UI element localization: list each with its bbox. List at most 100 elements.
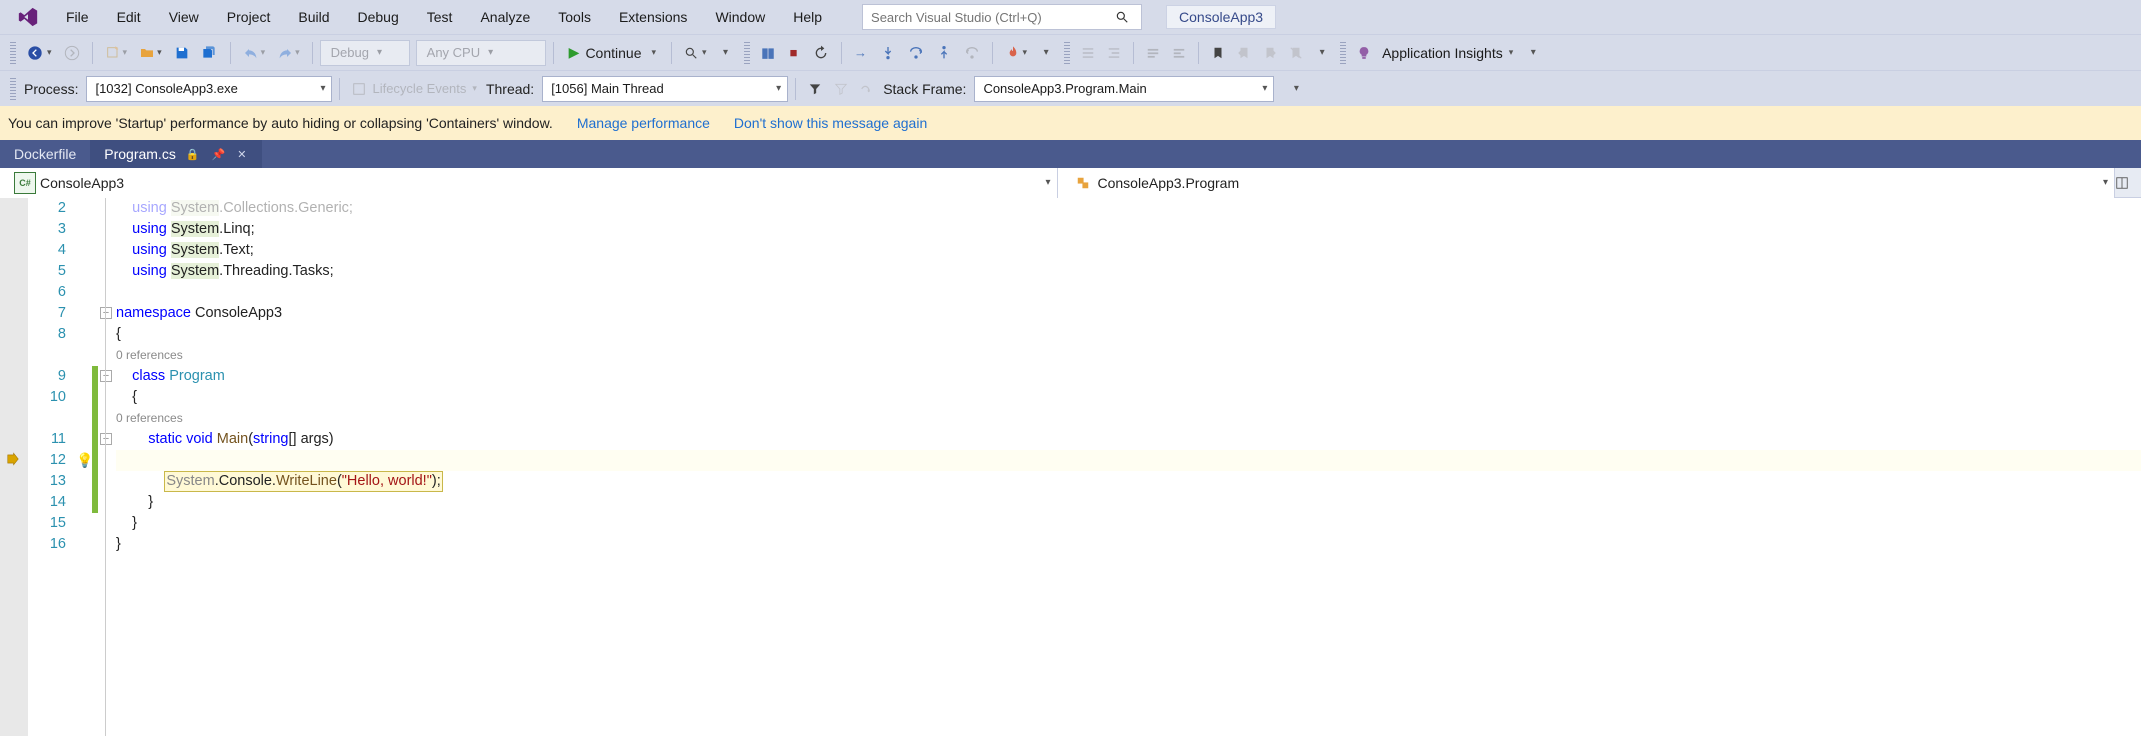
debug-location-toolbar: Process: [1032] ConsoleApp3.exe Lifecycl… bbox=[0, 70, 2141, 106]
toolbar-grip[interactable] bbox=[1064, 42, 1070, 64]
thread-dropdown[interactable]: [1056] Main Thread bbox=[542, 76, 788, 102]
tab-dockerfile[interactable]: Dockerfile bbox=[0, 140, 90, 168]
close-icon[interactable]: ✕ bbox=[235, 148, 248, 161]
step-out-button[interactable] bbox=[931, 40, 957, 66]
fold-toggle-icon[interactable]: − bbox=[100, 307, 112, 319]
play-icon: ▶ bbox=[569, 44, 580, 61]
code-editor[interactable]: 2 3 4 5 6 7 8 9 10 11 12 13 14 15 16 💡 −… bbox=[0, 198, 2141, 736]
new-project-button[interactable]: ▾ bbox=[100, 40, 133, 66]
codelens-refs[interactable]: 0 references bbox=[116, 408, 2141, 429]
toolbar-overflow-2[interactable]: ▾ bbox=[1034, 40, 1058, 66]
process-label: Process: bbox=[22, 81, 84, 97]
step-into-button[interactable] bbox=[875, 40, 901, 66]
code-body[interactable]: using System.Collections.Generic; using … bbox=[116, 198, 2141, 736]
solution-name[interactable]: ConsoleApp3 bbox=[1166, 5, 1276, 29]
bookmark-button[interactable] bbox=[1206, 40, 1230, 66]
menu-edit[interactable]: Edit bbox=[103, 3, 155, 31]
find-button[interactable]: ▾ bbox=[679, 40, 712, 66]
save-button[interactable] bbox=[169, 40, 195, 66]
menu-extensions[interactable]: Extensions bbox=[605, 3, 701, 31]
menu-build[interactable]: Build bbox=[284, 3, 343, 31]
nav-forward-button[interactable] bbox=[59, 40, 85, 66]
thread-label: Thread: bbox=[484, 81, 540, 97]
csharp-project-icon: C# bbox=[14, 172, 36, 194]
line-number-gutter: 2 3 4 5 6 7 8 9 10 11 12 13 14 15 16 bbox=[28, 198, 76, 736]
codelens-refs[interactable]: 0 references bbox=[116, 345, 2141, 366]
process-dropdown[interactable]: [1032] ConsoleApp3.exe bbox=[86, 76, 332, 102]
show-next-statement-button[interactable]: → bbox=[849, 40, 873, 66]
manage-performance-link[interactable]: Manage performance bbox=[577, 115, 710, 131]
fold-toggle-icon[interactable]: − bbox=[100, 433, 112, 445]
pin-icon[interactable]: 📌 bbox=[210, 148, 228, 161]
prev-bookmark-button[interactable] bbox=[1232, 40, 1256, 66]
menu-tools[interactable]: Tools bbox=[544, 3, 605, 31]
breakpoint-gutter[interactable] bbox=[0, 198, 28, 736]
search-input[interactable] bbox=[863, 10, 1115, 25]
toolbar-overflow-1[interactable]: ▾ bbox=[714, 40, 738, 66]
tab-program-cs[interactable]: Program.cs 🔒 📌 ✕ bbox=[90, 140, 262, 168]
class-nav-dropdown[interactable]: ConsoleApp3.Program bbox=[1058, 168, 2116, 198]
app-insights-label[interactable]: Application Insights bbox=[1378, 45, 1507, 61]
toolbar-overflow-5[interactable]: ▾ bbox=[1284, 76, 1308, 102]
menu-view[interactable]: View bbox=[155, 3, 213, 31]
toolbar-grip[interactable] bbox=[1340, 42, 1346, 64]
step-over-button[interactable] bbox=[903, 40, 929, 66]
indent-more-button[interactable] bbox=[1102, 40, 1126, 66]
toolbar-grip[interactable] bbox=[10, 78, 16, 100]
lock-icon: 🔒 bbox=[184, 148, 202, 161]
toolbar-overflow-4[interactable]: ▾ bbox=[1521, 40, 1545, 66]
menu-items: File Edit View Project Build Debug Test … bbox=[52, 3, 836, 31]
quick-launch[interactable] bbox=[862, 4, 1142, 30]
menu-file[interactable]: File bbox=[52, 3, 103, 31]
save-all-button[interactable] bbox=[197, 40, 223, 66]
lifecycle-events-button[interactable]: Lifecycle Events▾ bbox=[347, 76, 481, 102]
menu-help[interactable]: Help bbox=[779, 3, 836, 31]
project-nav-dropdown[interactable]: C# ConsoleApp3 bbox=[0, 168, 1058, 198]
undo-button[interactable]: ▾ bbox=[238, 40, 271, 66]
step-backward-button[interactable] bbox=[959, 40, 985, 66]
restart-button[interactable] bbox=[808, 40, 834, 66]
dismiss-infobar-link[interactable]: Don't show this message again bbox=[734, 115, 927, 131]
continue-button[interactable]: ▶ Continue ▾ bbox=[561, 40, 664, 66]
toolbar-grip[interactable] bbox=[10, 42, 16, 64]
stop-button[interactable]: ■ bbox=[782, 40, 806, 66]
open-file-button[interactable]: ▾ bbox=[134, 40, 167, 66]
code-nav-dropdowns: C# ConsoleApp3 ConsoleApp3.Program bbox=[0, 168, 2141, 198]
pause-button[interactable]: ▮▮ bbox=[756, 40, 780, 66]
app-insights-icon bbox=[1352, 40, 1376, 66]
uncomment-button[interactable] bbox=[1167, 40, 1191, 66]
menu-analyze[interactable]: Analyze bbox=[466, 3, 544, 31]
next-bookmark-button[interactable] bbox=[1258, 40, 1282, 66]
solution-platform-dropdown[interactable]: Any CPU▾ bbox=[416, 40, 546, 66]
lightbulb-icon[interactable]: 💡 bbox=[76, 452, 93, 469]
hot-reload-button[interactable]: ▾ bbox=[1000, 40, 1033, 66]
comment-button[interactable] bbox=[1141, 40, 1165, 66]
nav-back-button[interactable]: ▾ bbox=[22, 40, 57, 66]
threads-view-button[interactable] bbox=[855, 76, 879, 102]
outline-gutter[interactable]: − − − bbox=[98, 198, 116, 736]
menu-window[interactable]: Window bbox=[701, 3, 779, 31]
menu-project[interactable]: Project bbox=[213, 3, 285, 31]
search-icon[interactable] bbox=[1115, 10, 1141, 24]
menu-test[interactable]: Test bbox=[413, 3, 467, 31]
toolbar-grip[interactable] bbox=[744, 42, 750, 64]
class-icon bbox=[1072, 172, 1094, 194]
solution-config-dropdown[interactable]: Debug▾ bbox=[320, 40, 410, 66]
standard-toolbar: ▾ ▾ ▾ ▾ ▾ Debug▾ Any CPU▾ ▶ Continue ▾ ▾… bbox=[0, 34, 2141, 70]
perf-infobar: You can improve 'Startup' performance by… bbox=[0, 106, 2141, 140]
filter-threads-button[interactable] bbox=[803, 76, 827, 102]
main-menubar: File Edit View Project Build Debug Test … bbox=[0, 0, 2141, 34]
indent-less-button[interactable] bbox=[1076, 40, 1100, 66]
flag-threads-button[interactable] bbox=[829, 76, 853, 102]
stackframe-dropdown[interactable]: ConsoleApp3.Program.Main bbox=[974, 76, 1274, 102]
stackframe-label: Stack Frame: bbox=[881, 81, 972, 97]
split-view-button[interactable] bbox=[2115, 176, 2141, 190]
document-tabstrip: Dockerfile Program.cs 🔒 📌 ✕ bbox=[0, 140, 2141, 168]
toolbar-overflow-3[interactable]: ▾ bbox=[1310, 40, 1334, 66]
current-statement-arrow-icon bbox=[6, 452, 20, 466]
fold-toggle-icon[interactable]: − bbox=[100, 370, 112, 382]
menu-debug[interactable]: Debug bbox=[344, 3, 413, 31]
clear-bookmarks-button[interactable] bbox=[1284, 40, 1308, 66]
vs-logo-icon bbox=[14, 3, 42, 31]
redo-button[interactable]: ▾ bbox=[272, 40, 305, 66]
